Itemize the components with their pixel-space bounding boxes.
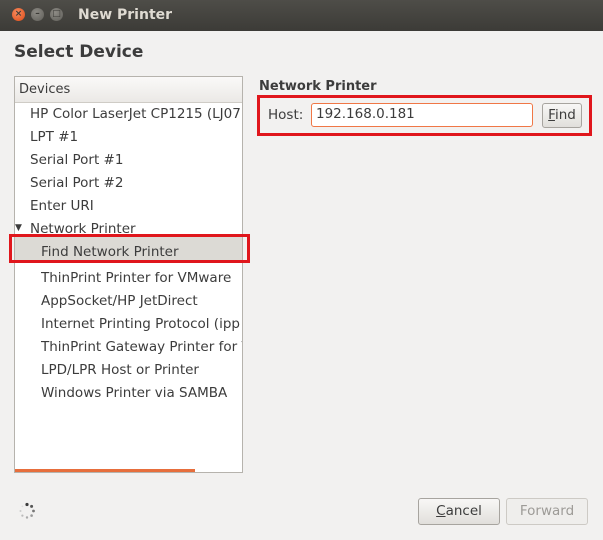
cancel-mnemonic: C bbox=[436, 503, 446, 519]
host-input[interactable]: 192.168.0.181 bbox=[311, 103, 533, 127]
close-window-icon[interactable]: × bbox=[12, 8, 25, 21]
loading-spinner-icon bbox=[19, 502, 35, 519]
device-item-thinprint-vmware[interactable]: ThinPrint Printer for VMware bbox=[41, 267, 242, 289]
devices-column-header-label: Devices bbox=[19, 82, 71, 97]
devices-list[interactable]: Devices HP Color LaserJet CP1215 (LJ07 L… bbox=[14, 76, 243, 473]
minimize-window-icon[interactable]: – bbox=[31, 8, 44, 21]
device-item-hp-color-laserjet[interactable]: HP Color LaserJet CP1215 (LJ07 bbox=[30, 103, 242, 125]
find-button[interactable]: Find bbox=[542, 103, 582, 128]
device-item-serial-port-1[interactable]: Serial Port #1 bbox=[30, 149, 242, 171]
find-mnemonic: F bbox=[548, 107, 555, 123]
find-label-rest: ind bbox=[554, 107, 576, 123]
network-printer-heading: Network Printer bbox=[259, 79, 377, 94]
cancel-label-rest: ancel bbox=[445, 503, 482, 519]
device-item-enter-uri[interactable]: Enter URI bbox=[30, 195, 242, 217]
device-item-thinprint-gateway[interactable]: ThinPrint Gateway Printer for V bbox=[41, 336, 242, 358]
devices-column-header[interactable]: Devices bbox=[15, 77, 242, 103]
device-item-lpt1[interactable]: LPT #1 bbox=[30, 126, 242, 148]
window-title: New Printer bbox=[78, 7, 173, 23]
device-item-lpd-lpr[interactable]: LPD/LPR Host or Printer bbox=[41, 359, 242, 381]
highlight-box-find-network-printer bbox=[9, 234, 250, 263]
cancel-button[interactable]: Cancel bbox=[418, 498, 500, 525]
forward-button[interactable]: Forward bbox=[506, 498, 588, 525]
expander-icon[interactable]: ▼ bbox=[15, 223, 22, 233]
maximize-window-icon[interactable]: □ bbox=[50, 8, 63, 21]
host-label: Host: bbox=[268, 107, 304, 123]
device-item-appsocket-jetdirect[interactable]: AppSocket/HP JetDirect bbox=[41, 290, 242, 312]
title-bar: × – □ New Printer bbox=[0, 0, 603, 31]
device-item-ipp[interactable]: Internet Printing Protocol (ipp bbox=[41, 313, 242, 335]
page-title: Select Device bbox=[14, 42, 144, 62]
device-item-windows-samba[interactable]: Windows Printer via SAMBA bbox=[41, 382, 242, 404]
scan-progress-bar bbox=[15, 469, 195, 472]
device-item-serial-port-2[interactable]: Serial Port #2 bbox=[30, 172, 242, 194]
